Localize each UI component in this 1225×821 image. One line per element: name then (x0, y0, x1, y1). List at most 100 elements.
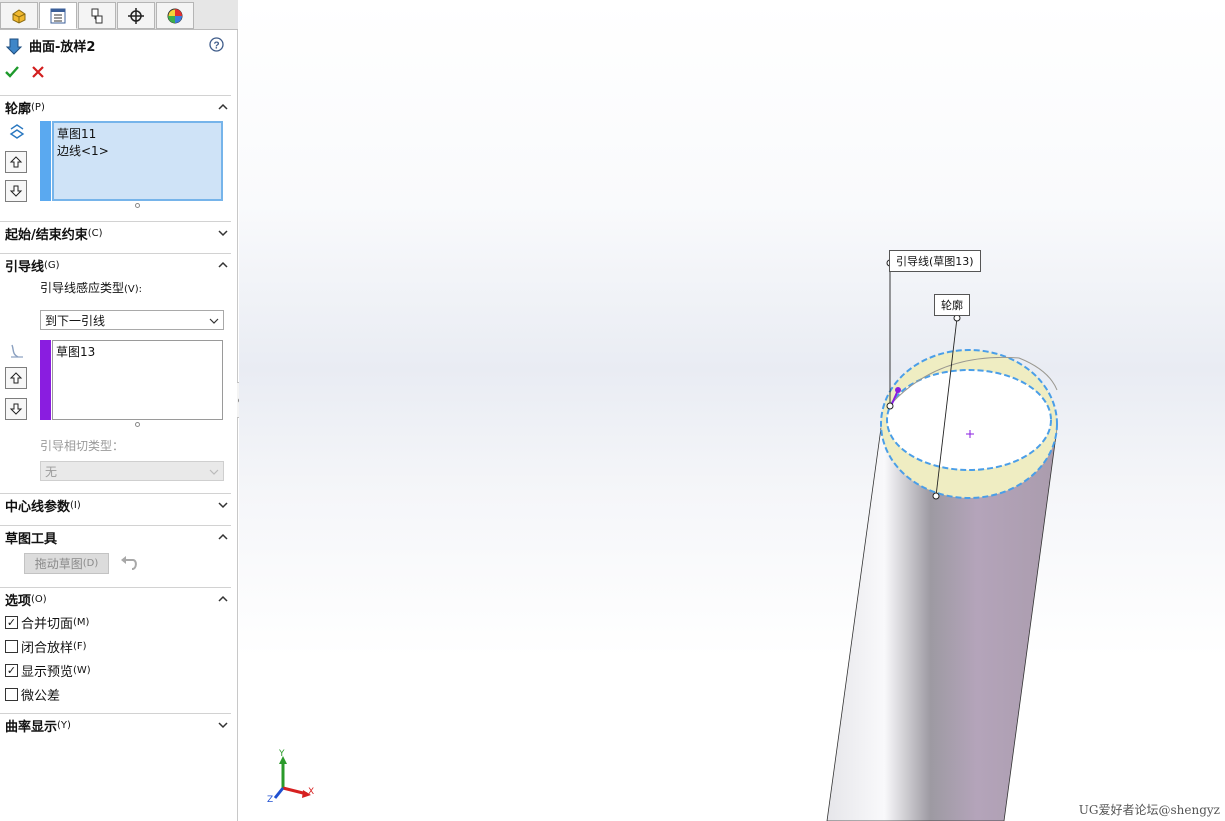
feature-manager-icon (12, 8, 26, 24)
list-resize-handle[interactable] (135, 422, 140, 427)
list-item[interactable]: 草图13 (56, 343, 219, 360)
coordinate-triad (273, 756, 311, 799)
option-hotkey: (F) (73, 641, 87, 652)
checkbox-micro-tolerance[interactable] (5, 688, 18, 701)
axis-label-y: Y (279, 749, 285, 759)
checkmark-icon (5, 66, 19, 78)
chevron-down-icon (209, 469, 219, 475)
callout-anchor (932, 492, 940, 500)
help-button[interactable]: ? (209, 37, 224, 55)
cancel-button[interactable] (31, 65, 45, 82)
checkbox-show-preview[interactable]: ✓ (5, 664, 18, 677)
list-item[interactable]: 草图11 (57, 125, 218, 142)
option-label: 显示预览 (21, 665, 74, 680)
section-hotkey-options: (O) (31, 594, 47, 605)
option-show-preview[interactable]: ✓ 显示预览 (W) (5, 661, 91, 680)
guide-list[interactable]: 草图13 (52, 340, 223, 420)
guide-move-up-button[interactable] (5, 367, 27, 389)
section-title-curvature: 曲率显示 (5, 720, 58, 735)
section-header-centerline-parameters[interactable]: 中心线参数 (I) (0, 493, 231, 517)
watermark: UG爱好者论坛@shengyz (1078, 803, 1220, 817)
section-header-curvature-display[interactable]: 曲率显示 (Y) (0, 713, 231, 737)
chevron-up-icon (218, 103, 228, 110)
section-header-sketch-tools[interactable]: 草图工具 (0, 525, 231, 549)
axis-label-z: Z (267, 795, 274, 805)
section-hotkey-curvature: (Y) (57, 720, 71, 731)
guide-curve-callout[interactable]: 引导线(草图13) (889, 250, 981, 272)
display-manager-icon (167, 8, 183, 23)
tab-property-manager[interactable] (39, 2, 77, 29)
section-title-options: 选项 (5, 594, 32, 609)
arrow-down-icon (9, 403, 23, 415)
section-header-start-end-constraints[interactable]: 起始/结束约束 (C) (0, 221, 231, 245)
tab-feature-manager[interactable] (0, 2, 38, 29)
property-manager-panel: 曲面-放样2 ? 轮廓 (P) 草图11 边线<1> 起始/结束约束(C) 引导… (0, 0, 238, 821)
chevron-down-icon (218, 502, 228, 509)
option-close-loft[interactable]: 闭合放样 (F) (5, 637, 87, 656)
guide-curve-point[interactable] (895, 387, 901, 393)
option-label: 闭合放样 (21, 641, 74, 656)
guide-influence-label: 引导线感应类型(V): (40, 279, 142, 296)
feature-title: 曲面-放样2 (29, 40, 96, 55)
axis-label-x: X (308, 787, 315, 797)
chevron-up-icon (218, 533, 228, 540)
option-micro-tolerance[interactable]: 微公差 (5, 685, 60, 704)
tab-display-manager[interactable] (156, 2, 194, 29)
manager-tabs (0, 0, 238, 30)
section-title-constraints: 起始/结束约束 (5, 228, 88, 243)
profile-list[interactable]: 草图11 边线<1> (52, 121, 223, 201)
guide-tangency-label: 引导相切类型： (40, 439, 125, 453)
list-resize-handle[interactable] (135, 203, 140, 208)
graphics-viewport[interactable]: 引导线(草图13) 轮廓 Y X Z UG爱好者论坛@shengyz (239, 0, 1225, 821)
arrow-up-icon (9, 156, 23, 168)
section-hotkey-guides: (G) (44, 260, 60, 271)
tab-configuration-manager[interactable] (78, 2, 116, 29)
configuration-manager-icon (91, 8, 103, 23)
arrow-down-icon (9, 185, 23, 197)
drag-sketch-button[interactable]: 拖动草图 (D) (24, 553, 109, 574)
section-hotkey-profile: (P) (31, 102, 45, 113)
guide-tangency-select[interactable]: 无 (40, 461, 224, 481)
option-merge-tangent-faces[interactable]: ✓ 合并切面 (M) (5, 613, 89, 632)
guide-tangency-value: 无 (45, 464, 58, 479)
profile-callout[interactable]: 轮廓 (934, 294, 970, 316)
option-label: 微公差 (21, 689, 61, 704)
section-title-centerline: 中心线参数 (5, 500, 71, 515)
profile-selection-icon (9, 124, 25, 139)
option-hotkey: (W) (73, 665, 91, 676)
chevron-up-icon (218, 261, 228, 268)
chevron-down-icon (218, 230, 228, 237)
option-label: 合并切面 (21, 617, 74, 632)
section-header-options[interactable]: 选项 (O) (0, 587, 231, 611)
svg-text:?: ? (213, 40, 219, 51)
section-title-sketch-tools: 草图工具 (5, 532, 58, 547)
drag-sketch-hotkey: (D) (82, 558, 99, 569)
guide-influence-hotkey: (V): (124, 284, 143, 295)
ok-button[interactable] (4, 64, 20, 83)
option-hotkey: (M) (73, 617, 90, 628)
list-item[interactable]: 边线<1> (57, 142, 218, 159)
guide-move-down-button[interactable] (5, 398, 27, 420)
property-manager-icon (50, 8, 66, 23)
guide-influence-value: 到下一引线 (45, 313, 106, 328)
help-icon: ? (209, 37, 224, 52)
tab-dimxpert-manager[interactable] (117, 2, 155, 29)
chevron-down-icon (209, 318, 219, 324)
feature-title-row: 曲面-放样2 (5, 36, 95, 55)
section-title-profile: 轮廓 (5, 102, 32, 117)
profile-move-down-button[interactable] (5, 180, 27, 202)
chevron-up-icon (218, 595, 228, 602)
callout-anchor (886, 402, 894, 410)
guide-influence-select[interactable]: 到下一引线 (40, 310, 224, 330)
section-header-guide-curves[interactable]: 引导线 (G) (0, 253, 231, 277)
section-hotkey-constraints: (C) (87, 228, 103, 239)
undo-drag-button[interactable] (120, 555, 140, 573)
section-header-profile[interactable]: 轮廓 (P) (0, 95, 231, 119)
close-icon (32, 66, 44, 78)
checkbox-merge-tangent-faces[interactable]: ✓ (5, 616, 18, 629)
arrow-up-icon (9, 372, 23, 384)
checkbox-close-loft[interactable] (5, 640, 18, 653)
profile-move-up-button[interactable] (5, 151, 27, 173)
model-geometry[interactable] (239, 0, 1225, 821)
loft-surface-icon (5, 38, 23, 55)
